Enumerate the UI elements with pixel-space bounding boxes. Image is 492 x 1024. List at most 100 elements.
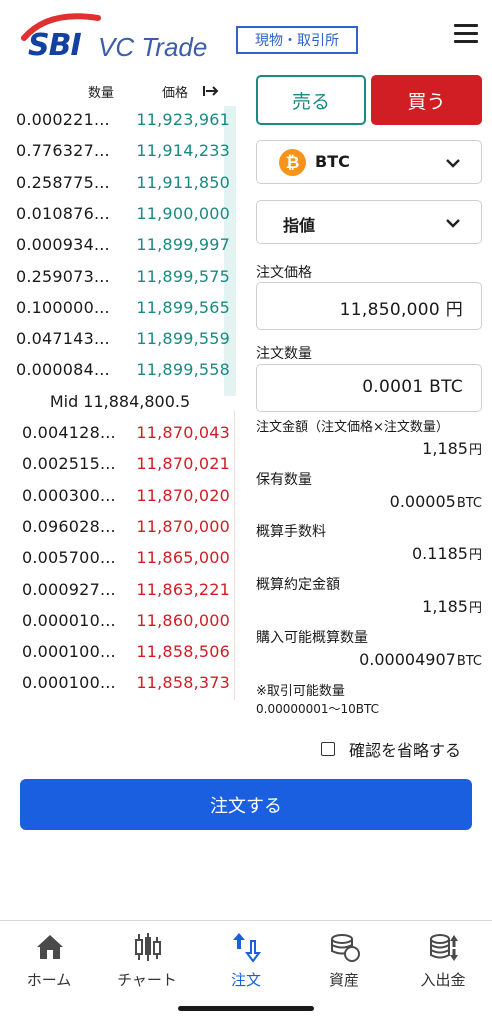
tradable-range-note: ※取引可能数量 [256,684,345,699]
app-header: SBI VC Trade 現物・取引所 [0,0,492,70]
fee-value: 0.1185円 [412,544,482,563]
home-indicator[interactable] [178,1006,314,1011]
qty-column-header: 数量 [88,86,115,101]
tradable-range-value: 0.00000001〜10BTC [256,702,380,716]
ask-row[interactable]: 0.010876... 11,900,000 [0,200,240,231]
ask-qty: 0.047143... [16,329,110,349]
order-price-label: 注文価格 [256,265,312,281]
nav-item-chart[interactable]: チャート [98,929,196,999]
bitcoin-icon: ₿ [279,149,306,176]
bid-price: 11,858,373 [136,673,230,693]
coin-select-value: BTC [315,152,350,171]
bid-qty: 0.000010... [22,610,116,630]
ask-price: 11,923,961 [136,110,230,129]
nav-item-order[interactable]: 注文 [197,929,295,999]
mid-price: Mid 11,884,800.5 [49,392,191,411]
skip-confirm-label: 確認を省略する [349,741,462,760]
bid-row[interactable]: 0.096028... 11,870,000 [0,513,240,544]
ask-qty: 0.259073... [16,266,110,286]
order-qty-label: 注文数量 [256,346,312,362]
nav-item-home[interactable]: ホーム [0,929,98,999]
ask-qty: 0.000084... [16,360,110,380]
sbi-vc-trade-logo[interactable]: SBI VC Trade [18,8,218,64]
ask-row[interactable]: 0.000221... 11,923,961 [0,106,240,137]
order-price-input[interactable]: 11,850,000 円 [256,282,482,330]
arrow-right-bar-icon[interactable] [202,84,220,98]
bid-qty: 0.000100... [22,673,116,693]
ask-row[interactable]: 0.776327... 11,914,233 [0,137,240,168]
bid-row[interactable]: 0.002515... 11,870,021 [0,450,240,481]
bid-row[interactable]: 0.000100... 11,858,506 [0,638,240,669]
bid-price: 11,863,221 [136,579,230,599]
deposit-withdraw-icon [430,934,458,961]
bid-qty: 0.000100... [22,642,116,662]
logo-brand: SBI [28,28,82,63]
bid-price: 11,870,020 [136,485,230,505]
ask-price: 11,914,233 [136,141,230,161]
chevron-down-icon [446,159,460,168]
chevron-down-icon [446,219,460,228]
bid-price: 11,865,000 [136,548,230,568]
order-type-select[interactable]: 指値 [256,200,482,244]
ask-row[interactable]: 0.000934... 11,899,997 [0,231,240,262]
bid-price: 11,870,021 [136,454,230,474]
hamburger-menu-icon[interactable] [454,24,478,44]
ask-row[interactable]: 0.000084... 11,899,558 [0,356,240,387]
ask-row[interactable]: 0.047143... 11,899,559 [0,325,240,356]
bid-row[interactable]: 0.000010... 11,860,000 [0,607,240,638]
order-amount-value: 1,185円 [422,439,482,458]
skip-confirm-checkbox[interactable] [321,742,335,756]
holding-label: 保有数量 [256,472,312,488]
bid-qty: 0.002515... [22,454,116,474]
settle-amount-value: 1,185円 [422,597,482,616]
submit-order-button[interactable]: 注文する [20,779,472,830]
bid-qty: 0.004128... [22,423,116,442]
home-icon [37,935,63,959]
order-type-value: 指値 [283,216,316,235]
nav-item-deposit-withdraw[interactable]: 入出金 [394,929,492,999]
logo-product: VC Trade [98,32,208,62]
market-type-badge[interactable]: 現物・取引所 [236,26,358,54]
nav-item-assets[interactable]: 資産 [295,929,393,999]
ask-row[interactable]: 0.259073... 11,899,575 [0,263,240,294]
order-price-value: 11,850,000 円 [339,300,463,320]
ask-qty: 0.010876... [16,203,110,223]
ask-price: 11,899,565 [136,297,230,317]
sell-button[interactable]: 売る [256,75,366,125]
bid-row[interactable]: 0.004128... 11,870,043 [0,419,240,450]
assets-icon [331,934,360,962]
ask-row[interactable]: 0.100000... 11,899,565 [0,294,240,325]
bid-price: 11,870,000 [136,516,230,536]
ask-qty: 0.000221... [16,110,110,129]
ask-qty: 0.258775... [16,172,110,192]
ask-price: 11,899,575 [136,266,230,286]
bid-qty: 0.096028... [22,516,116,536]
fee-label: 概算手数料 [256,524,326,540]
bid-row[interactable]: 0.000927... 11,863,221 [0,576,240,607]
bid-qty: 0.005700... [22,548,116,568]
ask-price: 11,899,559 [136,329,230,349]
price-column-header: 価格 [162,86,189,101]
bid-price: 11,858,506 [136,642,230,662]
buyable-qty-value: 0.00004907BTC [359,650,482,669]
skip-confirm-toggle[interactable]: 確認を省略する [321,739,462,760]
order-amount-label: 注文金額（注文価格×注文数量） [256,420,449,435]
ask-qty: 0.000934... [16,235,110,255]
bid-qty: 0.000300... [22,485,116,505]
bid-row[interactable]: 0.000100... 11,858,373 [0,669,240,700]
order-icon [233,933,261,963]
buy-button[interactable]: 買う [371,75,482,125]
ask-row[interactable]: 0.258775... 11,911,850 [0,169,240,200]
bid-row[interactable]: 0.000300... 11,870,020 [0,482,240,513]
ask-price: 11,899,997 [136,235,230,255]
ask-price: 11,911,850 [136,172,230,192]
bid-price: 11,870,043 [136,423,230,442]
order-qty-input[interactable]: 0.0001 BTC [256,364,482,412]
ask-qty: 0.100000... [16,297,110,317]
candlestick-icon [135,933,161,961]
settle-amount-label: 概算約定金額 [256,577,340,593]
bid-row[interactable]: 0.005700... 11,865,000 [0,544,240,575]
ask-price: 11,899,558 [136,360,230,380]
coin-select[interactable]: ₿ BTC [256,140,482,184]
holding-value: 0.00005BTC [389,492,482,511]
